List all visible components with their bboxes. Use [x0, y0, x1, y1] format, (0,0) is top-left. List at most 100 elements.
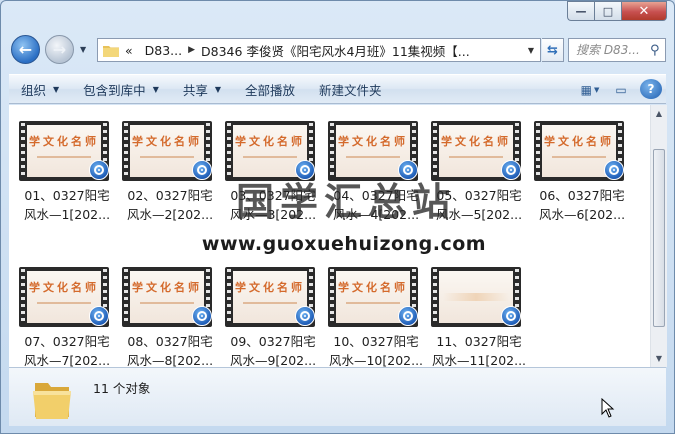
- preview-pane-icon: ▭: [615, 83, 627, 97]
- new-folder-label: 新建文件夹: [319, 82, 382, 98]
- file-name-line: 01、0327阳宅: [24, 188, 110, 203]
- file-name: 09、0327阳宅 风水—9[202...: [223, 332, 323, 367]
- play-all-label: 全部播放: [245, 82, 296, 98]
- play-all-button[interactable]: 全部播放: [233, 74, 307, 104]
- media-player-icon: [501, 160, 521, 180]
- media-player-icon: [501, 306, 521, 326]
- vertical-scrollbar[interactable]: ▲ ▼: [650, 105, 667, 367]
- chevron-down-icon: ▼: [152, 84, 159, 94]
- address-bar[interactable]: « D83... ▶ D8346 李俊贤《阳宅风水4月班》11集视频【... ▼: [97, 38, 541, 62]
- navigation-bar: ← → ▼ « D83... ▶ D8346 李俊贤《阳宅风水4月班》11集视频…: [9, 31, 666, 67]
- media-player-icon: [398, 160, 418, 180]
- media-player-icon: [295, 306, 315, 326]
- view-controls: ▦ ▼ ▭ ?: [578, 79, 662, 101]
- new-folder-button[interactable]: 新建文件夹: [307, 74, 394, 104]
- file-name-line: 10、0327阳宅: [333, 334, 419, 349]
- close-icon: ✕: [638, 3, 650, 19]
- forward-arrow-icon: →: [52, 39, 67, 59]
- file-item[interactable]: 学文化名师 02、0327阳宅 风水—2[202...: [120, 121, 220, 224]
- file-name-line: 07、0327阳宅: [24, 334, 110, 349]
- organize-menu[interactable]: 组织 ▼: [9, 74, 71, 104]
- file-list: 学文化名师 01、0327阳宅 风水—1[202... 学文化名师 02、0327阳宅风…: [9, 105, 650, 367]
- details-pane: 11 个对象: [9, 367, 666, 426]
- file-name-line: 03、0327阳宅: [230, 188, 316, 203]
- back-button[interactable]: ←: [11, 35, 40, 64]
- file-name-line: 风水—10[202...: [328, 353, 424, 367]
- search-icon[interactable]: ⚲: [650, 43, 660, 58]
- chevron-down-icon: ▼: [53, 84, 60, 94]
- file-name-line: 风水—7[202...: [23, 353, 111, 367]
- organize-label: 组织: [21, 82, 47, 98]
- file-item[interactable]: 学文化名师 06、0327阳宅 风水—6[202...: [532, 121, 632, 224]
- file-item[interactable]: 11、0327阳宅 风水—11[202...: [429, 267, 529, 367]
- breadcrumb-item[interactable]: D8346 李俊贤《阳宅风水4月班》11集视频【...: [201, 41, 470, 60]
- address-overflow[interactable]: «: [125, 43, 133, 58]
- breadcrumb-item[interactable]: D83...: [145, 43, 182, 58]
- file-item[interactable]: 学文化名师 01、0327阳宅 风水—1[202...: [17, 121, 117, 222]
- media-player-icon: [398, 306, 418, 326]
- file-name-line: 风水—9[202...: [229, 353, 317, 367]
- help-icon: ?: [647, 82, 655, 96]
- help-button[interactable]: ?: [640, 79, 662, 99]
- folder-icon: [31, 377, 73, 421]
- file-name: 06、0327阳宅 风水—6[202...: [532, 186, 632, 224]
- file-name-line: 08、0327阳宅: [127, 334, 213, 349]
- forward-button[interactable]: →: [45, 35, 74, 64]
- thumbnail-caption: 学文化名师: [235, 135, 305, 148]
- file-name-line: 风水—6[202...: [538, 207, 626, 222]
- file-name: 02、0327阳宅 风水—2[202...: [120, 186, 220, 224]
- thumbnail-caption: 学文化名师: [235, 281, 305, 294]
- refresh-button[interactable]: ⇆: [542, 38, 564, 62]
- chevron-down-icon: ▼: [593, 86, 600, 94]
- caption-buttons: — □ ✕: [567, 1, 667, 21]
- file-name-line: 04、0327阳宅: [333, 188, 419, 203]
- scroll-up-arrow-icon[interactable]: ▲: [651, 105, 667, 122]
- file-name-line: 风水—3[202...: [229, 207, 317, 222]
- scroll-down-arrow-icon[interactable]: ▼: [651, 350, 667, 367]
- thumbnail-caption: 学文化名师: [338, 135, 408, 148]
- maximize-icon: □: [602, 4, 614, 18]
- refresh-icon: ⇆: [547, 42, 558, 58]
- thumbnail-caption: 学文化名师: [441, 135, 511, 148]
- file-item[interactable]: 学文化名师 03、0327阳宅 风水—3[202...: [223, 121, 323, 222]
- minimize-button[interactable]: —: [567, 1, 594, 21]
- file-item[interactable]: 学文化名师 09、0327阳宅 风水—9[202...: [223, 267, 323, 367]
- file-item[interactable]: 学文化名师 05、0327阳宅 风水—5[202...: [429, 121, 529, 224]
- file-name-line: 风水—11[202...: [431, 353, 527, 367]
- file-name-line: 风水—1[202...: [23, 207, 111, 222]
- search-input[interactable]: [576, 43, 650, 57]
- preview-pane-button[interactable]: ▭: [609, 79, 633, 101]
- close-button[interactable]: ✕: [621, 1, 667, 21]
- thumbnail-caption: 学文化名师: [338, 281, 408, 294]
- file-item[interactable]: 学文化名师 04、0327阳宅 风水—4[202...: [326, 121, 426, 222]
- media-player-icon: [89, 160, 109, 180]
- file-name-line: 风水—2[202...: [126, 207, 214, 222]
- file-item[interactable]: 学文化名师 10、0327阳宅 风水—10[202...: [326, 267, 426, 367]
- item-count: 11 个对象: [93, 381, 151, 396]
- search-box[interactable]: ⚲: [568, 38, 666, 62]
- address-dropdown-icon[interactable]: ▼: [528, 46, 534, 55]
- media-player-icon: [295, 160, 315, 180]
- scrollbar-thumb[interactable]: [653, 149, 665, 327]
- file-item[interactable]: 学文化名师 07、0327阳宅 风水—7[202...: [17, 267, 117, 367]
- file-name-line: 09、0327阳宅: [230, 334, 316, 349]
- file-name-line: 05、0327阳宅: [436, 188, 522, 203]
- minimize-icon: —: [575, 4, 587, 18]
- file-name: 10、0327阳宅 风水—10[202...: [326, 332, 426, 367]
- file-name: 05、0327阳宅 风水—5[202...: [429, 186, 529, 224]
- file-name-line: 11、0327阳宅: [436, 334, 522, 349]
- file-name-line: 06、0327阳宅: [539, 188, 625, 203]
- command-bar: 组织 ▼ 包含到库中 ▼ 共享 ▼ 全部播放 新建文件夹 ▦ ▼ ▭ ?: [9, 74, 666, 104]
- file-item[interactable]: 学文化名师 08、0327阳宅 风水—8[202...: [120, 267, 220, 367]
- chevron-down-icon: ▼: [214, 84, 222, 94]
- file-name-line: 风水—5[202...: [435, 207, 523, 222]
- share-menu[interactable]: 共享 ▼: [171, 74, 233, 104]
- thumbnail-caption: 学文化名师: [544, 135, 614, 148]
- include-in-library-menu[interactable]: 包含到库中 ▼: [71, 74, 171, 104]
- change-view-button[interactable]: ▦ ▼: [578, 79, 602, 101]
- mouse-cursor-icon: [601, 398, 615, 418]
- recent-pages-dropdown[interactable]: ▼: [80, 45, 86, 54]
- folder-icon: [103, 44, 119, 57]
- maximize-button[interactable]: □: [594, 1, 621, 21]
- chevron-right-icon[interactable]: ▶: [188, 45, 195, 55]
